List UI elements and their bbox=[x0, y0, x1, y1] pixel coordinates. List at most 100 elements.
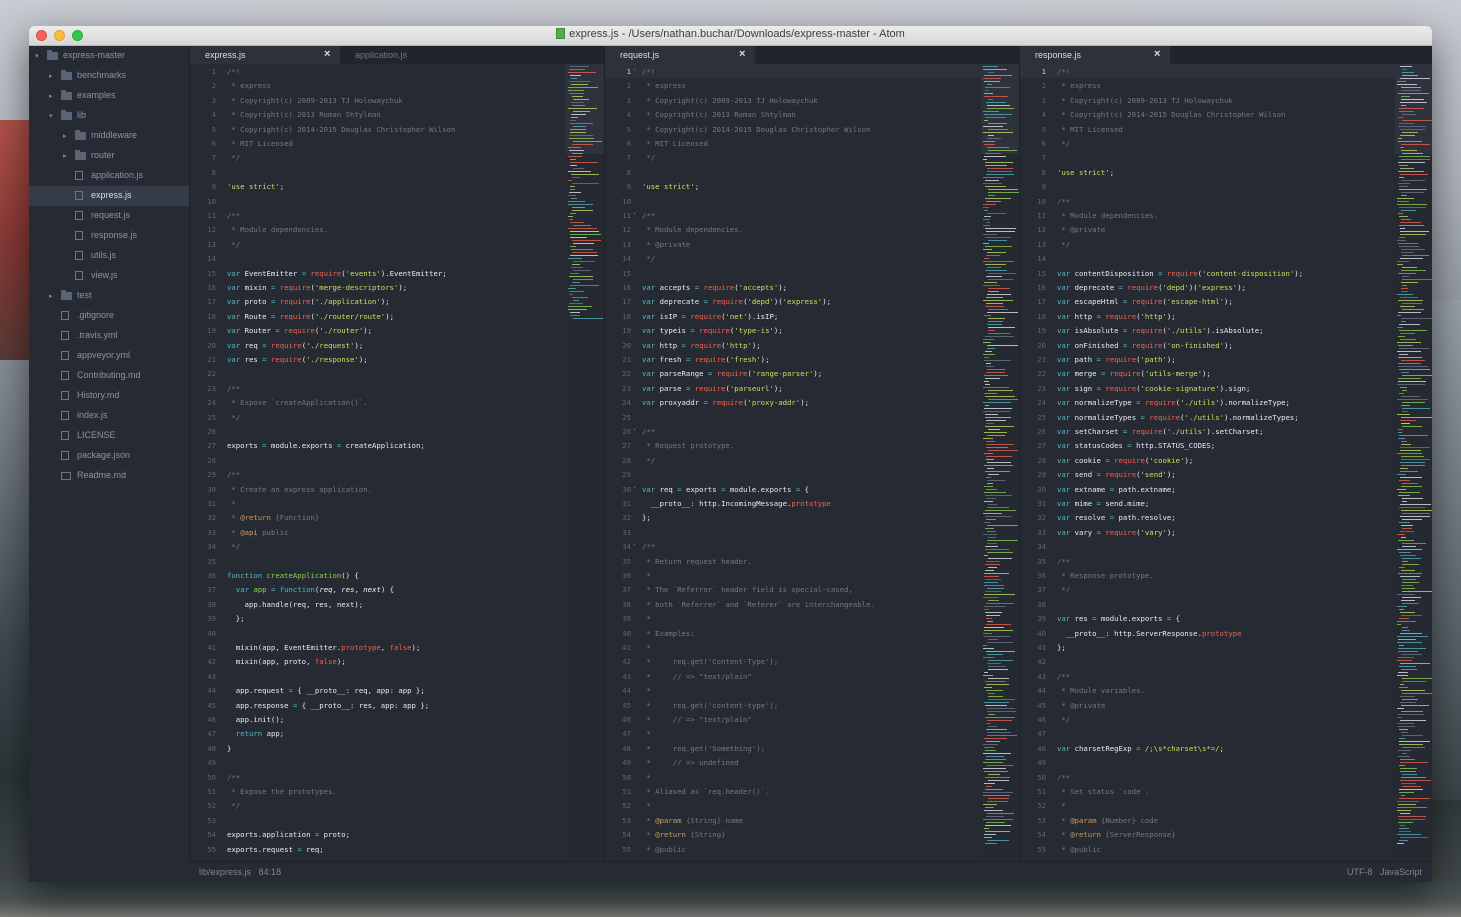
code-line[interactable]: 15 var contentDisposition = require('cont… bbox=[1020, 266, 1432, 280]
code-line[interactable]: 6 */ bbox=[1020, 136, 1432, 150]
code-line[interactable]: 31 var mime = send.mime; bbox=[1020, 496, 1432, 510]
code-line[interactable]: 13 */ bbox=[190, 237, 604, 251]
code-line[interactable]: 52 * bbox=[1020, 798, 1432, 812]
code-line[interactable]: 8 bbox=[190, 165, 604, 179]
code-line[interactable]: 4 * Copyright(c) 2013 Roman Shtylman bbox=[605, 107, 1019, 121]
minimap[interactable] bbox=[981, 64, 1019, 861]
code-line[interactable]: 23 var sign = require('cookie-signature')… bbox=[1020, 381, 1432, 395]
code-line[interactable]: 52 */ bbox=[190, 798, 604, 812]
code-line[interactable]: 23/** bbox=[190, 381, 604, 395]
tree-item[interactable]: view.js bbox=[29, 266, 189, 286]
code-line[interactable]: 37 */ bbox=[1020, 582, 1432, 596]
code-line[interactable]: 51 * Expose the prototypes. bbox=[190, 784, 604, 798]
code-line[interactable]: 39 }; bbox=[190, 611, 604, 625]
tree-item[interactable]: response.js bbox=[29, 226, 189, 246]
fold-arrow-icon[interactable]: ▾ bbox=[633, 211, 636, 217]
code-line[interactable]: 42 bbox=[1020, 654, 1432, 668]
code-line[interactable]: 26 var setCharset = require('./utils').se… bbox=[1020, 424, 1432, 438]
tree-item[interactable]: Readme.md bbox=[29, 466, 189, 486]
code-line[interactable]: 39 * bbox=[605, 611, 1019, 625]
tree-item[interactable]: ▾ lib bbox=[29, 106, 189, 126]
code-line[interactable]: 3 * Copyright(c) 2009-2013 TJ Holowaychu… bbox=[605, 93, 1019, 107]
code-line[interactable]: 1 ▾/*! bbox=[605, 64, 1019, 78]
code-line[interactable]: 55 exports.request = req; bbox=[190, 842, 604, 856]
chevron-down-icon[interactable]: ▾ bbox=[35, 52, 39, 60]
code-line[interactable]: 54 * @return {String} bbox=[605, 827, 1019, 841]
code-line[interactable]: 10 bbox=[190, 194, 604, 208]
close-tab-icon[interactable]: × bbox=[324, 48, 330, 60]
code-line[interactable]: 11 * Module dependencies. bbox=[1020, 208, 1432, 222]
code-line[interactable]: 26 ▾/** bbox=[605, 424, 1019, 438]
code-line[interactable]: 21 var path = require('path'); bbox=[1020, 352, 1432, 366]
code-line[interactable]: 24 var proxyaddr = require('proxy-addr'); bbox=[605, 395, 1019, 409]
code-line[interactable]: 44 * bbox=[605, 683, 1019, 697]
tree-item[interactable]: express.js bbox=[29, 186, 189, 206]
close-tab-icon[interactable]: × bbox=[1154, 48, 1160, 60]
code-line[interactable]: 22 var parseRange = require('range-parser… bbox=[605, 366, 1019, 380]
code-line[interactable]: 2 * express bbox=[1020, 78, 1432, 92]
code-line[interactable]: 26 bbox=[190, 424, 604, 438]
chevron-right-icon[interactable]: ▸ bbox=[63, 132, 67, 140]
code-line[interactable]: 22 var merge = require('utils-merge'); bbox=[1020, 366, 1432, 380]
code-line[interactable]: 42 * req.get('Content-Type'); bbox=[605, 654, 1019, 668]
code-line[interactable]: 29/** bbox=[190, 467, 604, 481]
minimap[interactable] bbox=[1395, 64, 1432, 861]
code-line[interactable]: 31 * bbox=[190, 496, 604, 510]
code-line[interactable]: 2 * express bbox=[605, 78, 1019, 92]
code-line[interactable]: 10/** bbox=[1020, 194, 1432, 208]
tree-item[interactable]: Contributing.md bbox=[29, 366, 189, 386]
code-line[interactable]: 46 app.init(); bbox=[190, 712, 604, 726]
code-line[interactable]: 7 bbox=[1020, 150, 1432, 164]
tree-item[interactable]: ▾ express-master bbox=[29, 46, 189, 66]
code-line[interactable]: 34 ▾/** bbox=[605, 539, 1019, 553]
code-line[interactable]: 12 * Module dependencies. bbox=[605, 222, 1019, 236]
chevron-right-icon[interactable]: ▸ bbox=[49, 92, 53, 100]
tree-item[interactable]: ▸ examples bbox=[29, 86, 189, 106]
code-line[interactable]: 36 * bbox=[605, 568, 1019, 582]
code-editor[interactable]: 1/*! 2 * express 3 * Copyright(c) 2009-201… bbox=[1020, 64, 1432, 861]
code-line[interactable]: 48 * req.get('Something'); bbox=[605, 741, 1019, 755]
code-line[interactable]: 4 * Copyright(c) 2014-2015 Douglas Chris… bbox=[1020, 107, 1432, 121]
code-line[interactable]: 13 * @private bbox=[605, 237, 1019, 251]
code-line[interactable]: 19 var isAbsolute = require('./utils').is… bbox=[1020, 323, 1432, 337]
tree-item[interactable]: request.js bbox=[29, 206, 189, 226]
code-line[interactable]: 30 * Create an express application. bbox=[190, 482, 604, 496]
code-line[interactable]: 27 var statusCodes = http.STATUS_CODES; bbox=[1020, 438, 1432, 452]
code-line[interactable]: 5 * MIT Licensed bbox=[1020, 122, 1432, 136]
code-line[interactable]: 34 bbox=[1020, 539, 1432, 553]
status-encoding[interactable]: UTF-8 bbox=[1347, 867, 1373, 877]
code-line[interactable]: 51 * Set status `code`. bbox=[1020, 784, 1432, 798]
code-line[interactable]: 47 return app; bbox=[190, 726, 604, 740]
code-line[interactable]: 16 var mixin = require('merge-descriptors… bbox=[190, 280, 604, 294]
code-line[interactable]: 24 * Expose `createApplication()`. bbox=[190, 395, 604, 409]
code-line[interactable]: 47 bbox=[1020, 726, 1432, 740]
code-line[interactable]: 14 */ bbox=[605, 251, 1019, 265]
code-line[interactable]: 49 bbox=[190, 755, 604, 769]
code-line[interactable]: 6 * MIT Licensed bbox=[605, 136, 1019, 150]
code-line[interactable]: 46 */ bbox=[1020, 712, 1432, 726]
code-line[interactable]: 20 var onFinished = require('on-finished'… bbox=[1020, 338, 1432, 352]
code-line[interactable]: 35 * Return request header. bbox=[605, 554, 1019, 568]
status-file-path[interactable]: lib/express.js bbox=[199, 867, 251, 877]
code-line[interactable]: 6 * MIT Licensed bbox=[190, 136, 604, 150]
code-line[interactable]: 17 var proto = require('./application'); bbox=[190, 294, 604, 308]
chevron-right-icon[interactable]: ▸ bbox=[63, 152, 67, 160]
status-grammar[interactable]: JavaScript bbox=[1380, 867, 1422, 877]
code-line[interactable]: 30 var extname = path.extname; bbox=[1020, 482, 1432, 496]
tab-express-js[interactable]: express.js × bbox=[190, 46, 340, 64]
code-line[interactable]: 29 var send = require('send'); bbox=[1020, 467, 1432, 481]
code-line[interactable]: 48} bbox=[190, 741, 604, 755]
code-line[interactable]: 22 bbox=[190, 366, 604, 380]
code-editor[interactable]: 1 ▾/*! 2 * express 3 * Copyright(c) 2009-20… bbox=[605, 64, 1019, 861]
tree-item[interactable]: application.js bbox=[29, 166, 189, 186]
code-line[interactable]: 36 * Response prototype. bbox=[1020, 568, 1432, 582]
code-line[interactable]: 11/** bbox=[190, 208, 604, 222]
code-line[interactable]: 16 var deprecate = require('depd')('expre… bbox=[1020, 280, 1432, 294]
code-line[interactable]: 18 var isIP = require('net').isIP; bbox=[605, 309, 1019, 323]
code-line[interactable]: 43 * // => "text/plain" bbox=[605, 669, 1019, 683]
code-line[interactable]: 5 * Copyright(c) 2014-2015 Douglas Chris… bbox=[605, 122, 1019, 136]
code-line[interactable]: 19 var Router = require('./router'); bbox=[190, 323, 604, 337]
tab-request-js[interactable]: request.js × bbox=[605, 46, 755, 64]
code-line[interactable]: 44 * Module variables. bbox=[1020, 683, 1432, 697]
code-line[interactable]: 40 __proto__: http.ServerResponse.protot… bbox=[1020, 626, 1432, 640]
